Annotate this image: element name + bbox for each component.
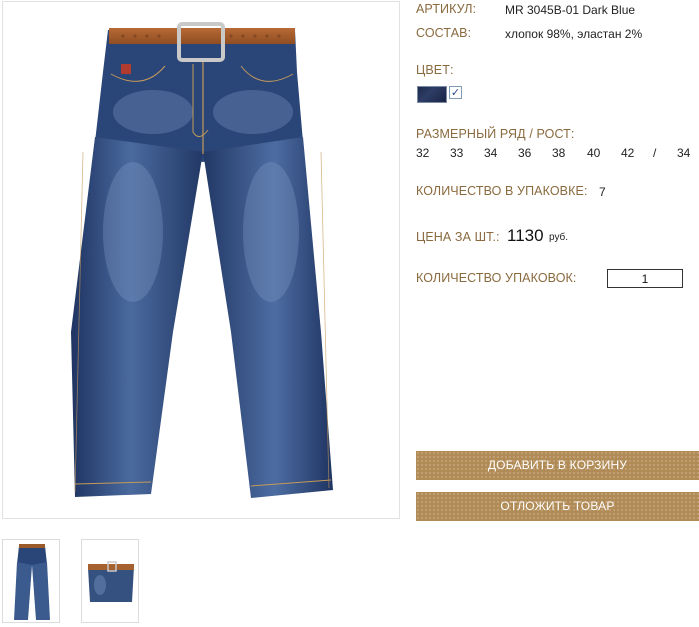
pack-count-label: КОЛИЧЕСТВО В УПАКОВКЕ: — [416, 184, 588, 198]
color-swatch-dark-blue[interactable] — [417, 86, 447, 103]
article-value: MR 3045B-01 Dark Blue — [505, 3, 636, 17]
size-separator: / — [653, 146, 657, 160]
size-item: 42 — [621, 146, 635, 160]
composition-label: СОСТАВ: — [416, 26, 472, 40]
add-to-cart-button[interactable]: ДОБАВИТЬ В КОРЗИНУ — [416, 451, 699, 480]
jeans-illustration — [71, 22, 333, 498]
size-item: 40 — [587, 146, 601, 160]
size-item: 33 — [450, 146, 464, 160]
size-item: 36 — [518, 146, 532, 160]
save-item-button[interactable]: ОТЛОЖИТЬ ТОВАР — [416, 492, 699, 521]
size-item: 32 — [416, 146, 430, 160]
thumbnail-front[interactable] — [2, 539, 60, 623]
price-label: ЦЕНА ЗА ШТ.: — [416, 230, 500, 244]
jeans-thumb-illustration — [14, 544, 50, 620]
size-item: 38 — [552, 146, 566, 160]
jeans-closeup-thumb-illustration — [88, 561, 134, 602]
sizes-label: РАЗМЕРНЫЙ РЯД / РОСТ: — [416, 127, 575, 141]
size-item: 34 — [484, 146, 498, 160]
price-unit: руб. — [549, 232, 569, 243]
color-select-checkbox[interactable]: ✓ — [449, 86, 462, 99]
thumbnail-closeup[interactable] — [81, 539, 139, 623]
height-item: 34 — [677, 146, 691, 160]
pack-count-value: 7 — [599, 185, 606, 199]
packs-qty-input[interactable] — [607, 269, 683, 288]
packs-qty-label: КОЛИЧЕСТВО УПАКОВОК: — [416, 271, 577, 285]
composition-value: хлопок 98%, эластан 2% — [505, 27, 643, 41]
price-value: 1130 — [507, 226, 544, 245]
article-label: АРТИКУЛ: — [416, 2, 477, 16]
color-label: ЦВЕТ: — [416, 63, 454, 77]
product-main-image[interactable] — [2, 1, 400, 519]
